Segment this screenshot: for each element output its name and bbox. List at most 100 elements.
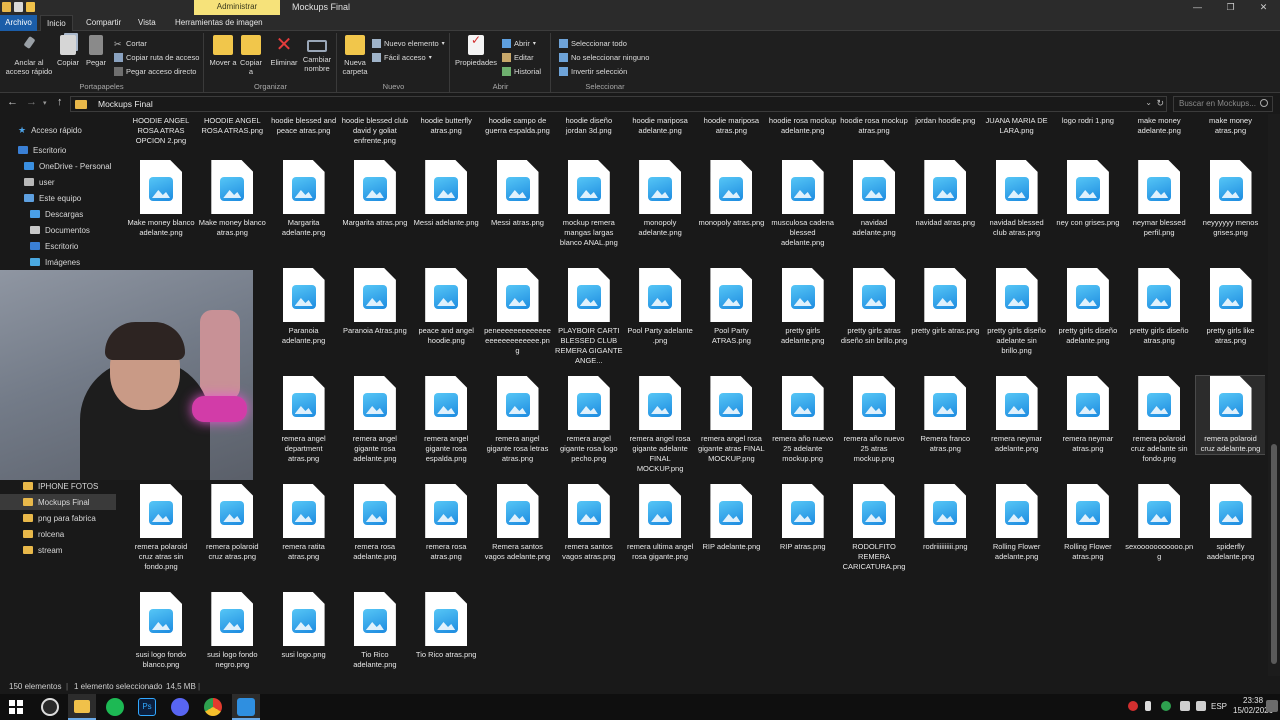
file-item[interactable]: remera angel gigante rosa logo pecho.png [554,376,624,464]
file-item[interactable]: make money atras.png [1196,114,1266,136]
network-icon[interactable] [1180,701,1190,711]
file-item[interactable]: peneeeeeeeeeeeeeeeeeeeeeeeeee.png [483,268,553,356]
file-item[interactable]: RIP atras.png [768,484,838,552]
delete-button[interactable]: ✕ Eliminar [269,35,299,67]
file-item[interactable]: rodriiiiiiiiii.png [910,484,980,552]
file-item[interactable]: Remera franco atras.png [910,376,980,454]
file-item[interactable]: musculosa cadena blessed adelante.png [768,160,838,248]
file-explorer-icon[interactable] [74,700,90,713]
file-item[interactable]: remera angel gigante rosa espalda.png [411,376,481,464]
file-item[interactable]: Pool Party ATRAS.png [696,268,766,346]
sidebar-item-este-equipo[interactable]: Este equipo [0,190,116,206]
file-item[interactable]: remera ultima angel rosa gigante.png [625,484,695,562]
manage-context-tab[interactable]: Administrar [194,0,280,15]
file-item[interactable]: remera año nuevo 25 adelante mockup.png [768,376,838,464]
maximize-button[interactable]: ❐ [1214,0,1247,15]
tab-compartir[interactable]: Compartir [80,15,127,31]
file-item[interactable]: monopoly adelante.png [625,160,695,238]
file-item[interactable]: remera angel rosa gigante adelante FINAL… [625,376,695,474]
copy-to-button[interactable]: Copiar a [237,35,265,76]
select-none-button[interactable]: No seleccionar ninguno [559,51,649,63]
file-item[interactable]: susi logo.png [269,592,339,660]
file-item[interactable]: logo rodri 1.png [1053,114,1123,126]
start-icon[interactable] [9,700,23,714]
file-item[interactable]: Messi adelante.png [411,160,481,228]
sidebar-item-stream[interactable]: stream [0,542,116,558]
back-arrow-icon[interactable]: ← [7,96,18,108]
file-item[interactable]: remera año nuevo 25 atras mockup.png [839,376,909,464]
discord-icon[interactable] [171,698,189,716]
spotify-icon[interactable] [106,698,124,716]
file-item[interactable]: hoodie rosa mockup atras.png [839,114,909,136]
file-item[interactable]: hoodie mariposa atras.png [696,114,766,136]
move-to-button[interactable]: Mover a [209,35,237,67]
sidebar-item-onedrive-personal[interactable]: OneDrive - Personal [0,158,116,174]
file-item[interactable]: remera polaroid cruz atras sin fondo.png [126,484,196,572]
file-item[interactable]: peace and angel hoodie.png [411,268,481,346]
file-item[interactable]: pretty girls adelante.png [768,268,838,346]
refresh-icon[interactable]: ↻ [1156,98,1164,109]
file-item[interactable]: navidad adelante.png [839,160,909,238]
file-item[interactable]: pretty girls diseño atras.png [1124,268,1194,346]
photos-icon[interactable] [237,698,255,716]
file-item[interactable]: Rolling Flower adelante.png [982,484,1052,562]
file-item[interactable]: remera santos vagos atras.png [554,484,624,562]
file-item[interactable]: remera ratita atras.png [269,484,339,562]
file-item[interactable]: remera angel gigante rosa adelante.png [340,376,410,464]
tab-inicio[interactable]: Inicio [40,15,73,32]
file-item[interactable]: RIP adelante.png [696,484,766,552]
file-item[interactable]: pretty girls like atras.png [1196,268,1266,346]
file-item[interactable]: remera rosa adelante.png [340,484,410,562]
chrome-icon[interactable] [204,698,222,716]
properties-button[interactable]: Propiedades [453,35,499,67]
file-item[interactable]: spiderfly aadelante.png [1196,484,1266,562]
file-item[interactable]: RODOLFITO REMERA CARICATURA.png [839,484,909,572]
file-item[interactable]: susi logo fondo blanco.png [126,592,196,670]
file-item[interactable]: Paranoia adelante.png [269,268,339,346]
file-item[interactable]: PLAYBOIR CARTI BLESSED CLUB REMERA GIGAN… [554,268,624,366]
file-item[interactable]: pretty girls atras diseño sin brillo.png [839,268,909,346]
file-item[interactable]: sexooooooooooo.png [1124,484,1194,562]
rename-button[interactable]: Cambiar nombre [301,35,333,73]
file-item[interactable]: susi logo fondo negro.png [197,592,267,670]
sidebar-item-quick-access[interactable]: ★ Acceso rápido [0,122,116,138]
sidebar-item-escritorio[interactable]: Escritorio [0,142,116,158]
file-item[interactable]: HOODIE ANGEL ROSA ATRAS.png [197,114,267,136]
easy-access-button[interactable]: Fácil acceso ▾ [372,51,432,63]
language-indicator[interactable]: ESP [1211,702,1227,711]
new-folder-button[interactable]: Nueva carpeta [340,35,370,76]
file-item[interactable]: remera polaroid cruz adelante sin fondo.… [1124,376,1194,464]
file-item[interactable]: navidad blessed club atras.png [982,160,1052,238]
file-item[interactable]: navidad atras.png [910,160,980,228]
file-item[interactable]: remera neymar adelante.png [982,376,1052,454]
sidebar-item-im-genes[interactable]: Imágenes [0,254,116,270]
file-item[interactable]: jordan hoodie.png [910,114,980,126]
sidebar-item-escritorio[interactable]: Escritorio [0,238,116,254]
file-item[interactable]: Rolling Flower atras.png [1053,484,1123,562]
file-item[interactable]: remera polaroid cruz atras.png [197,484,267,562]
microphone-icon[interactable] [1145,701,1151,711]
sidebar-item-png-para-fabrica[interactable]: png para fabrica [0,510,116,526]
photoshop-icon[interactable]: Ps [138,698,156,716]
edit-button[interactable]: Editar [502,51,534,63]
file-item[interactable]: hoodie blessed and peace atras.png [269,114,339,136]
tray-app-icon[interactable] [1128,701,1138,711]
file-item[interactable]: remera rosa atras.png [411,484,481,562]
file-item[interactable]: Make money blanco atras.png [197,160,267,238]
file-item[interactable]: hoodie rosa mockup adelante.png [768,114,838,136]
file-item[interactable]: make money adelante.png [1124,114,1194,136]
file-item[interactable]: neymar blessed perfil.png [1124,160,1194,238]
search-input[interactable]: Buscar en Mockups... [1173,96,1273,112]
tray-status-icon[interactable] [1161,701,1171,711]
volume-icon[interactable] [1196,701,1206,711]
obs-icon[interactable] [41,698,59,716]
folder-icon[interactable] [2,2,11,12]
cut-button[interactable]: ✂ Cortar [114,37,147,49]
file-item[interactable]: Pool Party adelante .png [625,268,695,346]
up-arrow-icon[interactable]: ↑ [57,96,63,108]
select-all-button[interactable]: Seleccionar todo [559,37,627,49]
pin-quick-access-button[interactable]: Anclar al acceso rápido [2,35,56,76]
tab-vista[interactable]: Vista [132,15,162,31]
scroll-thumb[interactable] [1271,444,1277,664]
sidebar-item-descargas[interactable]: Descargas [0,206,116,222]
